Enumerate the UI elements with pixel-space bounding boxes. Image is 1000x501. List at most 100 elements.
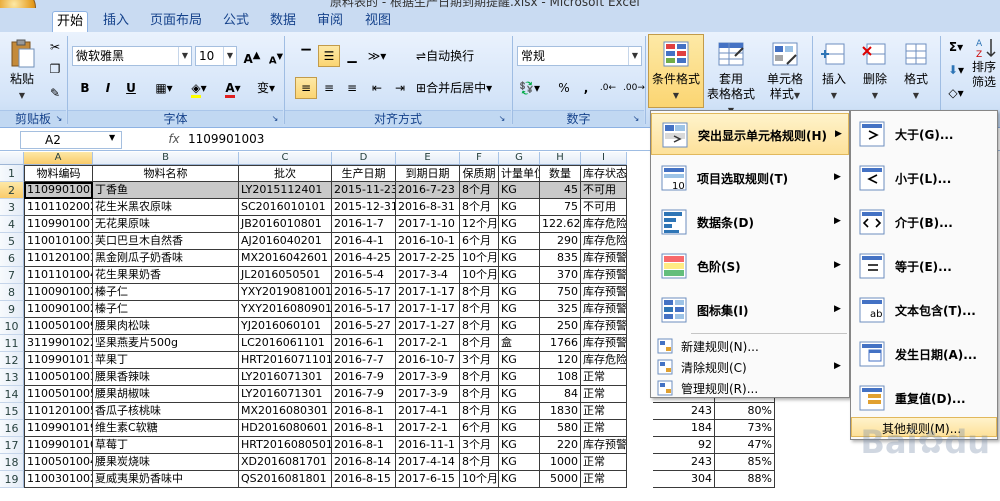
table-cell[interactable]: KG [499,301,540,318]
table-cell[interactable]: HD2016080601 [239,420,332,437]
table-cell[interactable]: 2016-8-1 [332,403,396,420]
table-cell[interactable]: 2017-2-1 [396,420,460,437]
italic-button[interactable]: I [97,77,119,99]
table-cell[interactable]: 不可用 [581,182,627,199]
table-cell[interactable]: 2016-5-17 [332,284,396,301]
table-cell[interactable]: 2017-3-9 [396,386,460,403]
table-cell[interactable]: 2016-10-1 [396,233,460,250]
table-cell[interactable]: 220 [540,437,581,454]
table-cell[interactable]: AJ2016040201 [239,233,332,250]
column-header-a[interactable]: A [24,152,93,165]
format-painter-button[interactable]: ✎ [44,82,66,104]
table-cell[interactable]: 184 [653,420,715,437]
font-launcher-icon[interactable]: ↘ [270,114,280,124]
table-cell[interactable]: 2017-1-17 [396,301,460,318]
table-cell[interactable]: 腰果胡椒味 [93,386,239,403]
table-cell[interactable]: KG [499,437,540,454]
table-cell[interactable]: 1100501005 [24,386,93,403]
table-cell[interactable]: 香瓜子核桃味 [93,403,239,420]
column-header-h[interactable]: H [540,152,581,165]
table-cell[interactable]: 2016-4-25 [332,250,396,267]
column-header-b[interactable]: B [93,152,239,165]
table-cell[interactable]: 8个月 [460,454,499,471]
table-cell[interactable]: 榛子仁 [93,301,239,318]
table-cell[interactable]: 1101102002 [24,199,93,216]
table-cell[interactable]: 47% [715,437,775,454]
table-cell[interactable]: 45 [540,182,581,199]
sort-filter-button[interactable]: 排序 筛选 [972,60,1000,90]
clear-button[interactable]: ◇▾ [945,82,967,104]
menu-item-manage-rules[interactable]: 管理规则(R)... [651,377,849,398]
table-cell[interactable]: MX2016080301 [239,403,332,420]
table-cell[interactable]: 2016-5-27 [332,318,396,335]
table-cell[interactable]: 库存预警 [581,318,627,335]
table-cell[interactable]: 2016-8-15 [332,471,396,488]
table-cell[interactable]: 85% [715,454,775,471]
table-cell[interactable]: 盒 [499,335,540,352]
table-cell[interactable]: JB2016010801 [239,216,332,233]
column-title-cell[interactable]: 生产日期 [332,165,396,182]
row-header[interactable]: 15 [0,403,24,420]
table-cell[interactable]: KG [499,284,540,301]
borders-button[interactable]: ▦▾ [153,77,175,99]
orientation-button[interactable]: ≫▾ [366,45,388,67]
menu-item-new-rule[interactable]: 新建规则(N)... [651,335,849,356]
table-cell[interactable]: 腰果肉松味 [93,318,239,335]
row-header[interactable]: 5 [0,233,24,250]
menu-item-clear-rules[interactable]: 清除规则(C) ▶ [651,356,849,377]
comma-button[interactable]: , [575,77,597,99]
format-cells-button[interactable]: 格式 ▼ [897,38,935,103]
row-header[interactable]: 14 [0,386,24,403]
column-title-cell[interactable]: 物料编码 [24,165,93,182]
table-cell[interactable]: 10个月 [460,250,499,267]
table-cell[interactable]: 10个月 [460,471,499,488]
table-cell[interactable]: MX2016042601 [239,250,332,267]
table-cell[interactable]: 苹果丁 [93,352,239,369]
table-cell[interactable]: 8个月 [460,386,499,403]
align-left-button[interactable]: ≡ [295,77,317,99]
table-cell[interactable]: 304 [653,471,715,488]
table-cell[interactable]: 2016-8-1 [332,420,396,437]
menu-item-color-scales[interactable]: 色阶(S) ▶ [651,245,849,287]
table-cell[interactable]: YXY2019081001 [239,284,332,301]
font-color-button[interactable]: A▾ [222,77,244,99]
table-cell[interactable]: 草莓丁 [93,437,239,454]
tab-formulas[interactable]: 公式 [219,11,253,32]
table-cell[interactable]: 8个月 [460,335,499,352]
table-cell[interactable]: LY2016071301 [239,386,332,403]
column-title-cell[interactable]: 库存状态 [581,165,627,182]
decrease-decimal-button[interactable]: .00→ [622,77,646,99]
table-cell[interactable]: 5000 [540,471,581,488]
table-cell[interactable]: 1830 [540,403,581,420]
underline-button[interactable]: U [120,77,142,99]
table-cell[interactable]: 2017-4-1 [396,403,460,420]
row-header[interactable]: 16 [0,420,24,437]
table-cell[interactable]: 120 [540,352,581,369]
decrease-indent-button[interactable]: ⇤ [366,77,388,99]
table-cell[interactable]: HRT2016071101 [239,352,332,369]
table-cell[interactable]: 750 [540,284,581,301]
table-cell[interactable]: 88% [715,471,775,488]
conditional-formatting-button[interactable]: 条件格式 ▼ [648,34,704,108]
row-header[interactable]: 4 [0,216,24,233]
column-header-c[interactable]: C [239,152,332,165]
fill-button[interactable]: ⬇▾ [945,59,967,81]
table-cell[interactable]: 3个月 [460,352,499,369]
row-header[interactable]: 12 [0,352,24,369]
table-cell[interactable]: 库存预警 [581,301,627,318]
table-cell[interactable]: 290 [540,233,581,250]
table-cell[interactable]: 8个月 [460,403,499,420]
table-cell[interactable]: KG [499,471,540,488]
insert-cells-button[interactable]: 插入 ▼ [815,38,853,103]
table-cell[interactable]: 库存预警 [581,284,627,301]
table-cell[interactable]: 正常 [581,420,627,437]
tab-page-layout[interactable]: 页面布局 [146,11,206,32]
table-cell[interactable]: 8个月 [460,301,499,318]
table-cell[interactable]: 正常 [581,369,627,386]
table-cell[interactable]: KG [499,216,540,233]
table-cell[interactable]: 1100301002 [24,471,93,488]
table-cell[interactable]: 325 [540,301,581,318]
merge-center-button[interactable]: ⊞合并后居中▾ [415,77,511,99]
table-cell[interactable]: 2016-6-1 [332,335,396,352]
submenu-item-duplicate-values[interactable]: 重复值(D)... [851,377,997,419]
